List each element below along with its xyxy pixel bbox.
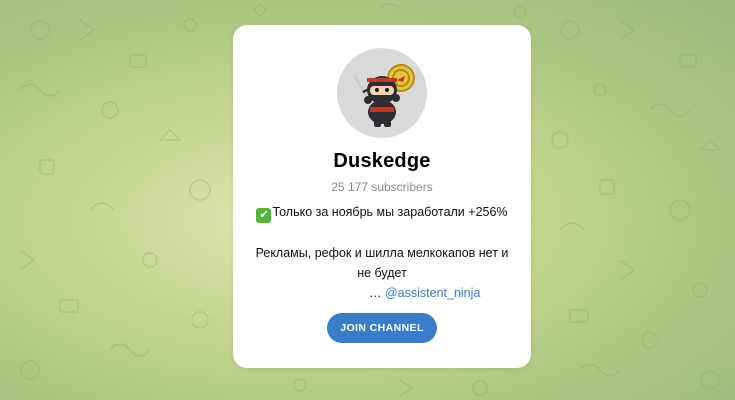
- join-channel-button[interactable]: JOIN CHANNEL: [327, 313, 437, 343]
- description-text-1: Только за ноябрь мы заработали +256%: [272, 205, 508, 219]
- ninja-mascot-icon: [353, 64, 415, 127]
- description-line-1: ✔ Только за ноябрь мы заработали +256%: [247, 202, 517, 223]
- channel-description: ✔ Только за ноябрь мы заработали +256% Ре…: [247, 202, 517, 303]
- mention-link[interactable]: @assistent_ninja: [385, 286, 480, 300]
- subscriber-count: 25 177 subscribers: [331, 180, 433, 194]
- description-line-2: Рекламы, рефок и шилла мелкокапов нет и …: [255, 246, 509, 280]
- check-mark-emoji-icon: ✔: [256, 208, 272, 223]
- channel-avatar: [337, 48, 427, 138]
- ellipsis-text: …: [369, 286, 382, 300]
- description-mention-line: … @assistent_ninja: [247, 283, 517, 303]
- channel-preview-card: Duskedge 25 177 subscribers ✔ Только за н…: [233, 25, 531, 368]
- channel-title: Duskedge: [333, 150, 431, 172]
